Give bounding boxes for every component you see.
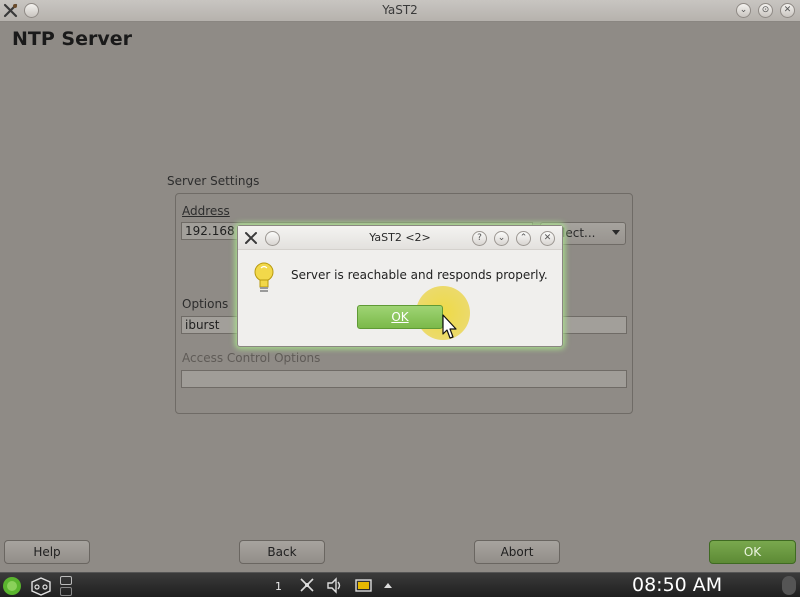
lightbulb-icon	[254, 262, 274, 292]
dialog-ok-label: OK	[391, 310, 409, 324]
taskbar: 1 08:50 AM	[0, 572, 800, 597]
abort-button-label: Abort	[500, 545, 534, 559]
access-control-input[interactable]	[181, 370, 627, 388]
dialog-ok-button[interactable]: OK	[357, 305, 443, 329]
dialog-message: Server is reachable and responds properl…	[291, 268, 548, 282]
pager-desktop-2[interactable]	[60, 587, 72, 596]
dialog-maximize-button[interactable]: ⌃	[516, 231, 531, 246]
page-title: NTP Server	[12, 28, 132, 50]
dialog-minimize-button[interactable]: ⌄	[494, 231, 509, 246]
package-icon[interactable]	[30, 576, 52, 596]
dialog-title: YaST2 <2>	[369, 231, 431, 244]
mouse-cursor-icon	[442, 314, 457, 339]
desktop-toolbox-button[interactable]	[782, 576, 796, 595]
clock[interactable]: 08:50 AM	[632, 574, 722, 596]
server-settings-label: Server Settings	[167, 174, 260, 188]
access-control-label: Access Control Options	[182, 351, 321, 365]
start-menu-icon[interactable]	[2, 576, 22, 596]
back-button[interactable]: Back	[239, 540, 325, 564]
volume-icon[interactable]	[326, 577, 344, 594]
desktop-number: 1	[275, 580, 282, 593]
dialog-close-button[interactable]: ✕	[540, 231, 555, 246]
window-titlebar: YaST2 ⌄ ⊙ ✕	[0, 0, 800, 22]
dialog-help-button[interactable]: ?	[472, 231, 487, 246]
info-dialog: YaST2 <2> ? ⌄ ⌃ ✕ Server is reachable an…	[237, 225, 563, 347]
close-button[interactable]: ✕	[780, 3, 795, 18]
back-button-label: Back	[267, 545, 297, 559]
window-title: YaST2	[382, 3, 418, 17]
ok-button-label: OK	[743, 545, 762, 559]
help-button[interactable]: Help	[4, 540, 90, 564]
dialog-titlebar: YaST2 <2> ? ⌄ ⌃ ✕	[238, 226, 562, 250]
options-label: Options	[182, 297, 229, 311]
pager-desktop-1[interactable]	[60, 576, 72, 585]
address-label: Address	[182, 204, 230, 218]
help-button-label: Help	[33, 545, 61, 559]
chevron-down-icon	[612, 230, 620, 235]
maximize-button[interactable]: ⊙	[758, 3, 773, 18]
minimize-button[interactable]: ⌄	[736, 3, 751, 18]
network-icon[interactable]	[298, 576, 316, 594]
ok-button[interactable]: OK	[709, 540, 796, 564]
address-label-text: Address	[182, 204, 230, 218]
abort-button[interactable]: Abort	[474, 540, 560, 564]
battery-icon[interactable]	[354, 577, 374, 594]
tray-expand-icon[interactable]	[383, 581, 393, 589]
